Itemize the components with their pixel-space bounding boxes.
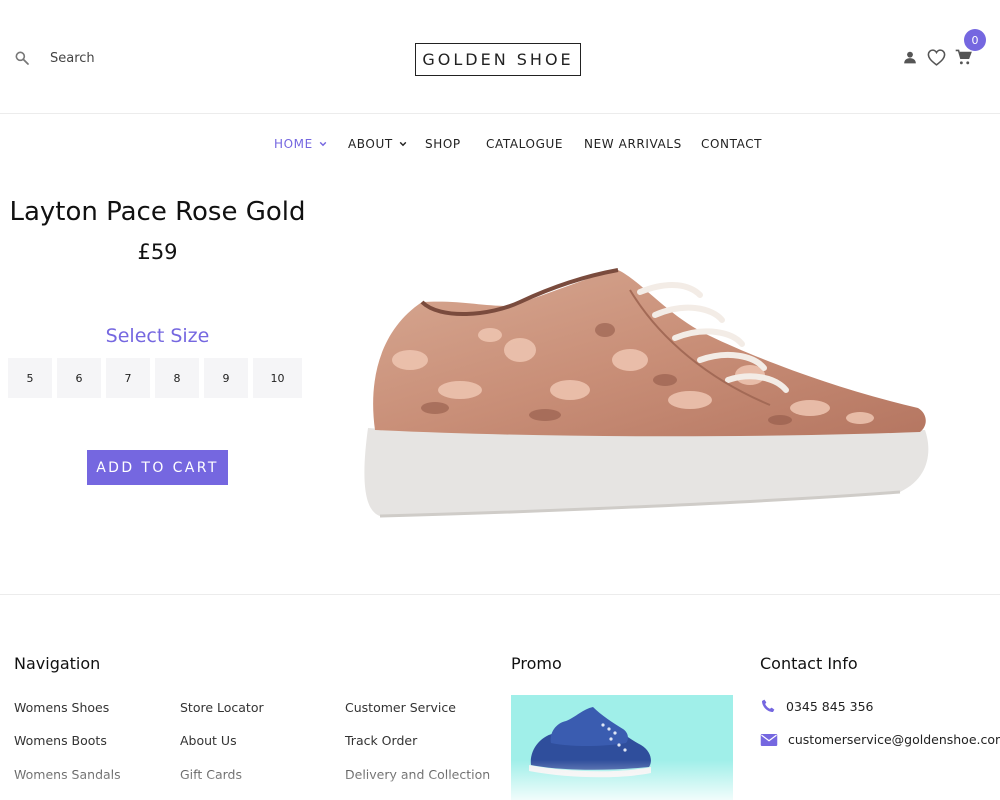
- nav-item-label: CONTACT: [701, 137, 763, 151]
- footer-link-womens-shoes[interactable]: Womens Shoes: [14, 700, 109, 715]
- footer-promo-heading: Promo: [511, 654, 562, 673]
- sneaker-promo-graphic: [529, 707, 651, 778]
- bottom-fade: [0, 760, 1000, 800]
- size-option-6[interactable]: 6: [57, 358, 101, 398]
- footer-navigation-heading: Navigation: [14, 654, 101, 673]
- email-address: customerservice@goldenshoe.com: [788, 732, 1000, 747]
- size-option-5[interactable]: 5: [8, 358, 52, 398]
- add-to-cart-button[interactable]: ADD TO CART: [87, 450, 228, 485]
- contact-email[interactable]: customerservice@goldenshoe.com: [760, 732, 1000, 747]
- size-selector: 5 6 7 8 9 10: [8, 358, 302, 398]
- size-option-10[interactable]: 10: [253, 358, 302, 398]
- email-icon: [760, 733, 778, 746]
- nav-item-label: HOME: [274, 137, 313, 151]
- size-option-7[interactable]: 7: [106, 358, 150, 398]
- cart-button[interactable]: [954, 48, 972, 66]
- search-input[interactable]: Search: [50, 51, 95, 66]
- user-icon: [904, 51, 916, 64]
- site-logo[interactable]: GOLDEN SHOE: [415, 43, 581, 76]
- nav-item-catalogue[interactable]: CATALOGUE: [486, 137, 563, 151]
- nav-item-label: CATALOGUE: [486, 137, 564, 151]
- chevron-down-icon: [319, 141, 327, 147]
- heart-icon: [927, 48, 945, 66]
- footer-link-track-order[interactable]: Track Order: [345, 733, 417, 748]
- site-header: Search GOLDEN SHOE 0: [0, 0, 1000, 114]
- nav-item-home[interactable]: HOME: [274, 137, 327, 151]
- footer-link-gift-cards[interactable]: Gift Cards: [180, 767, 242, 782]
- search-box[interactable]: Search: [14, 50, 95, 66]
- footer-link-womens-sandals[interactable]: Womens Sandals: [14, 767, 121, 782]
- nav-item-label: NEW ARRIVALS: [584, 137, 682, 151]
- phone-number: 0345 845 356: [786, 698, 874, 714]
- footer-contact-heading: Contact Info: [760, 654, 858, 673]
- footer-divider: [0, 594, 1000, 595]
- select-size-heading: Select Size: [105, 325, 210, 347]
- product-price: £59: [137, 240, 178, 264]
- nav-item-about[interactable]: ABOUT: [348, 137, 407, 151]
- cart-icon: [955, 49, 972, 64]
- promo-image[interactable]: [511, 695, 733, 800]
- nav-item-new-arrivals[interactable]: NEW ARRIVALS: [584, 137, 682, 151]
- nav-item-label: ABOUT: [348, 137, 393, 151]
- search-icon: [15, 51, 29, 65]
- footer-link-about-us[interactable]: About Us: [180, 733, 237, 748]
- nav-item-contact[interactable]: CONTACT: [701, 137, 762, 151]
- footer-link-womens-boots[interactable]: Womens Boots: [14, 733, 107, 748]
- cart-count-badge: 0: [964, 29, 986, 51]
- footer-link-delivery-collection[interactable]: Delivery and Collection: [345, 767, 490, 782]
- main-nav: HOME ABOUT SHOP CATALOGUE NEW ARRIVALS C…: [0, 132, 1000, 158]
- phone-icon: [762, 699, 775, 712]
- contact-phone[interactable]: 0345 845 356: [760, 698, 873, 714]
- wishlist-button[interactable]: [926, 47, 946, 67]
- product-title: Layton Pace Rose Gold: [9, 197, 306, 227]
- footer-link-customer-service[interactable]: Customer Service: [345, 700, 456, 715]
- chevron-down-icon: [399, 141, 407, 147]
- product-image: [364, 268, 929, 518]
- size-option-8[interactable]: 8: [155, 358, 199, 398]
- account-button[interactable]: [902, 49, 918, 65]
- nav-item-label: SHOP: [425, 137, 461, 151]
- footer-link-store-locator[interactable]: Store Locator: [180, 700, 264, 715]
- size-option-9[interactable]: 9: [204, 358, 248, 398]
- nav-item-shop[interactable]: SHOP: [425, 137, 461, 151]
